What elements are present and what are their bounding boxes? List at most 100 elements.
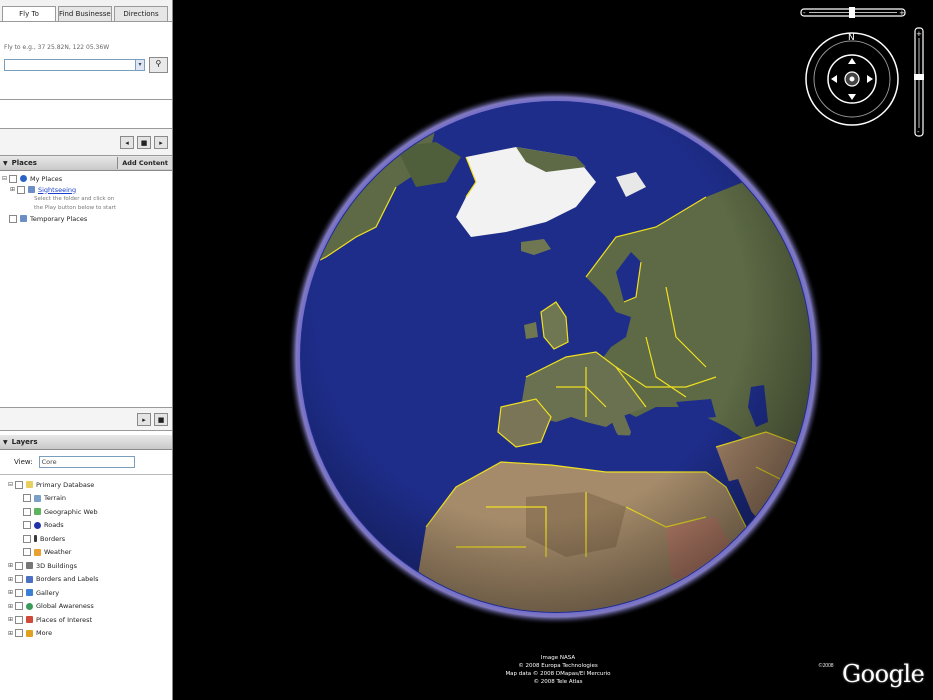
tree-item-temporary-places[interactable]: Temporary Places	[2, 213, 170, 224]
svg-text:+: +	[899, 9, 905, 17]
checkbox[interactable]	[17, 185, 25, 194]
checkbox[interactable]	[15, 480, 23, 489]
tree-item-label[interactable]: Sightseeing	[38, 186, 76, 194]
logo-copyright: ©2008	[818, 663, 834, 669]
web-icon	[34, 508, 41, 516]
checkbox[interactable]	[15, 602, 23, 611]
credit-line: Map data © 2008 DMapas/El Mercurio	[505, 671, 611, 677]
search-results-area	[0, 99, 172, 129]
more-icon	[26, 629, 33, 637]
flag-icon	[26, 575, 33, 583]
search-hint: Fly to e.g., 37 25.82N, 122 05.36W	[4, 44, 110, 51]
layer-item[interactable]: Geographic Web	[8, 505, 170, 519]
expand-icon[interactable]: ⊞	[8, 603, 15, 610]
globe-folder-icon	[20, 175, 27, 182]
layer-label: Gallery	[36, 588, 60, 597]
next-result-button[interactable]: ▸	[154, 135, 168, 149]
folder-icon	[20, 215, 27, 222]
layer-label: Borders and Labels	[36, 575, 99, 584]
tree-item-label: Temporary Places	[30, 214, 88, 223]
checkbox[interactable]	[15, 588, 23, 597]
search-input[interactable]	[4, 59, 137, 71]
checkbox[interactable]	[15, 629, 23, 638]
layers-header[interactable]: ▼ Layers	[0, 435, 172, 450]
checkbox[interactable]	[9, 214, 17, 223]
svg-text:N: N	[848, 33, 855, 43]
places-title: Places	[11, 159, 37, 167]
layer-label: Geographic Web	[44, 507, 98, 516]
places-tree: ⊟ My Places ⊞ Sightseeing Select the fol…	[0, 171, 172, 407]
layer-item[interactable]: ⊞ 3D Buildings	[8, 559, 170, 573]
expand-icon[interactable]: ⊟	[2, 175, 9, 182]
search-button[interactable]: ⚲	[148, 57, 168, 73]
layer-item[interactable]: Weather	[8, 546, 170, 560]
layer-item[interactable]: ⊟ Primary Database	[8, 478, 170, 492]
zoom-slider[interactable]: + -	[914, 27, 924, 137]
play-tour-button[interactable]: ▸	[137, 412, 151, 426]
expand-icon[interactable]: ⊞	[8, 589, 15, 596]
sightseeing-description-2: the Play button below to start	[34, 205, 116, 211]
view-label: View:	[14, 458, 33, 466]
places-header[interactable]: ▼ Places Add Content	[0, 156, 172, 171]
expand-icon[interactable]: ⊟	[8, 481, 15, 488]
pin-icon	[26, 616, 33, 624]
layer-label: Global Awareness	[36, 602, 94, 611]
globe-image	[288, 89, 824, 625]
view-select-value: Core	[41, 458, 57, 466]
road-icon	[34, 521, 41, 529]
tree-item-label: My Places	[30, 174, 63, 183]
expand-icon[interactable]: ⊞	[8, 562, 15, 569]
checkbox[interactable]	[23, 521, 31, 530]
layer-item[interactable]: ⊞ Gallery	[8, 586, 170, 600]
prev-result-button[interactable]: ◂	[120, 135, 134, 149]
expand-icon[interactable]: ⊞	[8, 616, 15, 623]
folder-icon	[28, 186, 35, 193]
sightseeing-description: Select the folder and click on	[34, 196, 115, 202]
pan-joystick[interactable]	[827, 54, 877, 104]
tab-find-businesses[interactable]: Find Businesses	[58, 6, 112, 21]
layer-item[interactable]: Roads	[8, 519, 170, 533]
checkbox[interactable]	[23, 507, 31, 516]
places-toolbar: ▸ ■	[0, 407, 172, 431]
tab-fly-to[interactable]: Fly To	[2, 6, 56, 21]
layer-item[interactable]: ⊞ Global Awareness	[8, 600, 170, 614]
checkbox[interactable]	[23, 548, 31, 557]
layer-item[interactable]: ⊞ More	[8, 627, 170, 641]
search-tabs: Fly To Find Businesses Directions	[0, 0, 172, 22]
search-icon: ⚲	[155, 59, 162, 68]
layers-title: Layers	[11, 438, 38, 446]
tab-directions[interactable]: Directions	[114, 6, 168, 21]
view-select[interactable]: Core	[38, 456, 135, 468]
layer-label: Roads	[44, 521, 64, 530]
expand-icon[interactable]: ⊞	[8, 630, 15, 637]
checkbox[interactable]	[23, 494, 31, 503]
layer-item[interactable]: ⊞ Places of Interest	[8, 613, 170, 627]
expand-icon[interactable]: ⊞	[10, 186, 17, 193]
checkbox[interactable]	[9, 174, 17, 183]
layer-label: Borders	[40, 534, 66, 543]
tree-item-sightseeing[interactable]: ⊞ Sightseeing	[2, 184, 170, 195]
add-content-button[interactable]: Add Content	[117, 157, 172, 169]
layer-item[interactable]: ⊞ Borders and Labels	[8, 573, 170, 587]
logo-text: Google	[842, 660, 925, 688]
layer-label: Weather	[44, 548, 72, 557]
earth-globe[interactable]	[286, 87, 826, 631]
layer-item[interactable]: Borders	[8, 532, 170, 546]
globe-icon	[26, 602, 33, 610]
tree-item-my-places[interactable]: ⊟ My Places	[2, 173, 170, 184]
checkbox[interactable]	[15, 575, 23, 584]
search-history-dropdown[interactable]: ▾	[135, 59, 145, 71]
checkbox[interactable]	[23, 534, 31, 543]
layer-label: More	[36, 629, 53, 638]
checkbox[interactable]	[15, 561, 23, 570]
layer-item[interactable]: Terrain	[8, 492, 170, 506]
layer-label: Primary Database	[36, 480, 95, 489]
clear-results-button[interactable]: ■	[137, 135, 151, 149]
stop-tour-button[interactable]: ■	[154, 412, 168, 426]
expand-icon[interactable]: ⊞	[8, 576, 15, 583]
tilt-slider[interactable]: - +	[800, 7, 906, 18]
database-icon	[26, 481, 33, 489]
checkbox[interactable]	[15, 615, 23, 624]
building-icon	[26, 562, 33, 570]
layers-view-row: View: Core	[0, 450, 172, 475]
